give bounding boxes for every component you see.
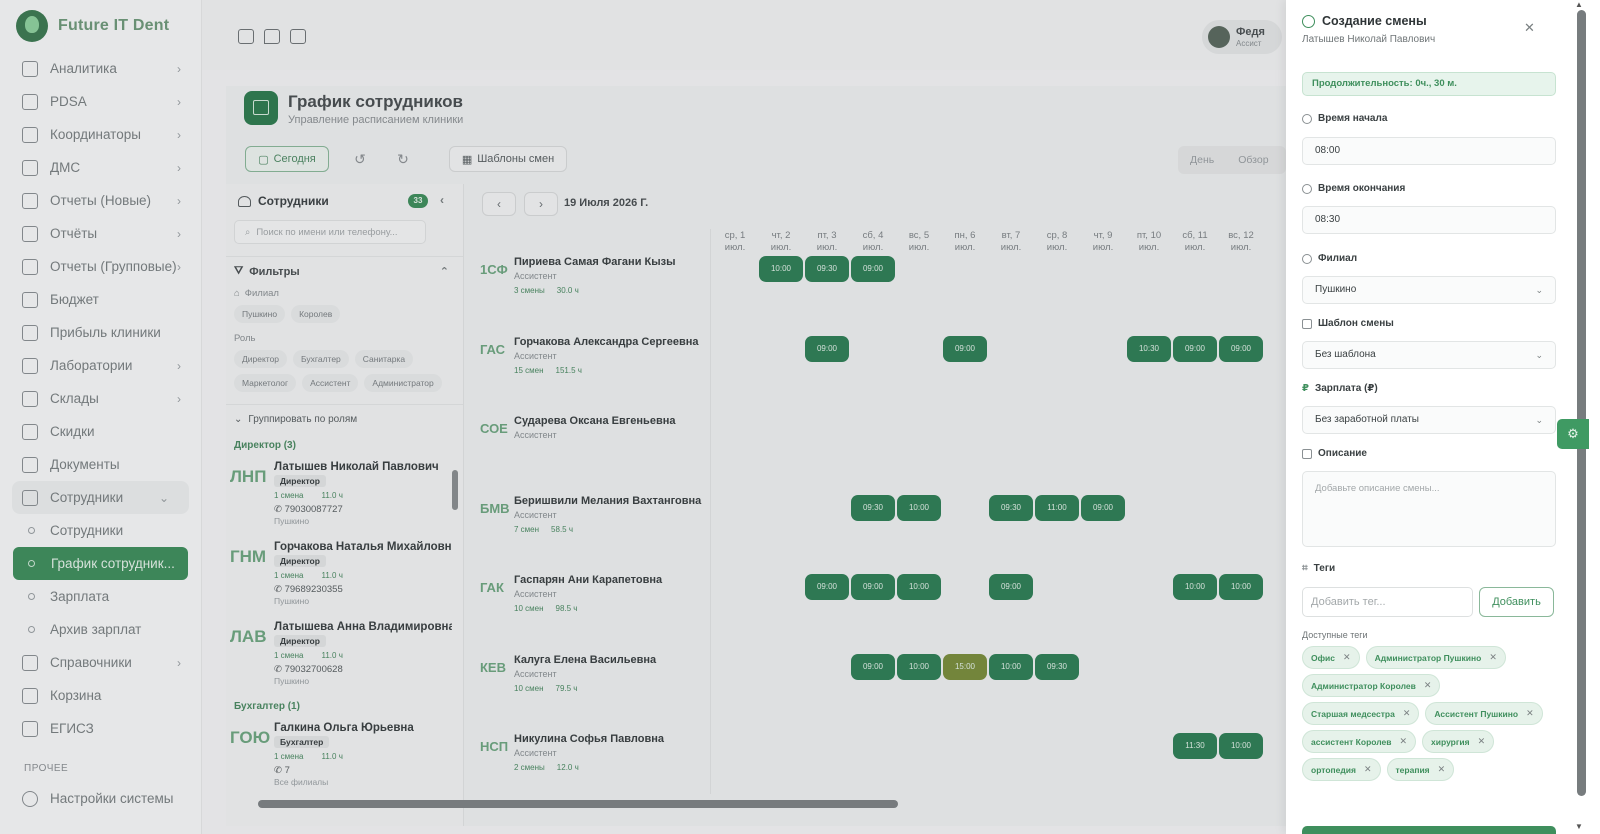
available-tag[interactable]: ортопедия ✕	[1302, 758, 1381, 781]
tag-label: Администратор Пушкино	[1374, 652, 1482, 663]
drawer-scrollbar[interactable]: ▲ ▼	[1574, 0, 1600, 834]
create-shift-drawer: Создание смены Латышев Николай Павлович …	[1286, 0, 1574, 834]
description-label: Описание	[1302, 448, 1367, 459]
map-pin-icon	[1302, 253, 1312, 264]
available-tag[interactable]: ассистент Королев ✕	[1302, 730, 1417, 753]
available-tag[interactable]: Старшая медсестра ✕	[1302, 702, 1420, 725]
start-time-label: Время начала	[1302, 113, 1387, 124]
tag-icon: ⌗	[1302, 563, 1308, 574]
document-icon	[1302, 448, 1312, 459]
duration-banner: Продолжительность: 0ч., 30 м.	[1302, 72, 1556, 96]
scrollbar-thumb[interactable]	[1577, 10, 1586, 796]
drawer-subtitle: Латышев Николай Павлович	[1302, 34, 1436, 45]
available-tag[interactable]: Администратор Королев ✕	[1302, 674, 1441, 697]
branch-select[interactable]: Пушкино ⌄	[1302, 276, 1556, 304]
drawer-title: Создание смены	[1302, 14, 1427, 28]
description-textarea[interactable]: Добавьте описание смены...	[1302, 471, 1556, 547]
tags-label-text: Теги	[1313, 563, 1336, 574]
gear-icon[interactable]: ⚙	[1557, 419, 1589, 449]
close-icon[interactable]: ✕	[1364, 764, 1372, 775]
tag-label: Офис	[1311, 652, 1336, 663]
template-label-text: Шаблон смены	[1318, 318, 1394, 329]
ruble-icon: ₽	[1302, 383, 1309, 394]
template-select-value: Без шаблона	[1315, 349, 1376, 360]
tag-label: Ассистент Пушкино	[1434, 708, 1519, 719]
close-icon[interactable]: ✕	[1526, 708, 1534, 719]
salary-select[interactable]: Без заработной платы ⌄	[1302, 406, 1556, 434]
close-icon[interactable]: ✕	[1524, 20, 1535, 36]
close-icon[interactable]: ✕	[1478, 736, 1486, 747]
tag-label: ассистент Королев	[1311, 736, 1392, 747]
drawer-title-text: Создание смены	[1322, 14, 1427, 28]
template-select[interactable]: Без шаблона ⌄	[1302, 341, 1556, 369]
salary-select-value: Без заработной платы	[1315, 414, 1419, 425]
available-tag[interactable]: хирургия ✕	[1422, 730, 1495, 753]
clock-icon	[1302, 113, 1312, 124]
chevron-down-icon: ⌄	[1535, 415, 1543, 425]
start-time-label-text: Время начала	[1318, 113, 1388, 124]
end-time-label: Время окончания	[1302, 183, 1405, 194]
salary-label-text: Зарплата (₽)	[1314, 383, 1378, 394]
clock-icon	[1302, 14, 1315, 28]
tag-input[interactable]: Добавить тег...	[1302, 587, 1473, 617]
branch-label: Филиал	[1302, 253, 1357, 264]
branch-select-value: Пушкино	[1315, 284, 1357, 295]
template-icon	[1302, 318, 1312, 329]
available-tags-label: Доступные теги	[1302, 630, 1368, 640]
tag-label: терапия	[1395, 764, 1430, 775]
tag-label: ортопедия	[1311, 764, 1356, 775]
close-icon[interactable]: ✕	[1424, 680, 1432, 691]
close-icon[interactable]: ✕	[1489, 652, 1497, 663]
scroll-down-icon[interactable]: ▼	[1575, 822, 1583, 831]
branch-label-text: Филиал	[1318, 253, 1358, 264]
create-shift-submit-button[interactable]	[1302, 826, 1556, 834]
overlay-backdrop[interactable]	[0, 0, 1286, 834]
available-tags: Офис ✕ Администратор Пушкино ✕ Администратор…	[1302, 646, 1560, 781]
salary-label: ₽ Зарплата (₽)	[1302, 383, 1378, 394]
chevron-down-icon: ⌄	[1535, 285, 1543, 295]
scroll-up-icon[interactable]: ▲	[1575, 0, 1583, 9]
template-label: Шаблон смены	[1302, 318, 1394, 329]
available-tag[interactable]: терапия ✕	[1386, 758, 1455, 781]
tag-label: Старшая медсестра	[1311, 708, 1395, 719]
tag-label: хирургия	[1431, 736, 1470, 747]
available-tag[interactable]: Ассистент Пушкино ✕	[1425, 702, 1543, 725]
add-tag-button[interactable]: Добавить	[1479, 587, 1554, 617]
end-time-label-text: Время окончания	[1318, 183, 1406, 194]
close-icon[interactable]: ✕	[1399, 736, 1407, 747]
close-icon[interactable]: ✕	[1403, 708, 1411, 719]
close-icon[interactable]: ✕	[1343, 652, 1351, 663]
available-tag[interactable]: Офис ✕	[1302, 646, 1360, 669]
tags-label: ⌗ Теги	[1302, 563, 1335, 574]
tag-label: Администратор Королев	[1311, 680, 1416, 691]
close-icon[interactable]: ✕	[1438, 764, 1446, 775]
clock-icon	[1302, 183, 1312, 194]
description-label-text: Описание	[1318, 448, 1367, 459]
available-tag[interactable]: Администратор Пушкино ✕	[1365, 646, 1506, 669]
chevron-down-icon: ⌄	[1535, 350, 1543, 360]
end-time-input[interactable]: 08:30	[1302, 206, 1556, 234]
start-time-input[interactable]: 08:00	[1302, 137, 1556, 165]
